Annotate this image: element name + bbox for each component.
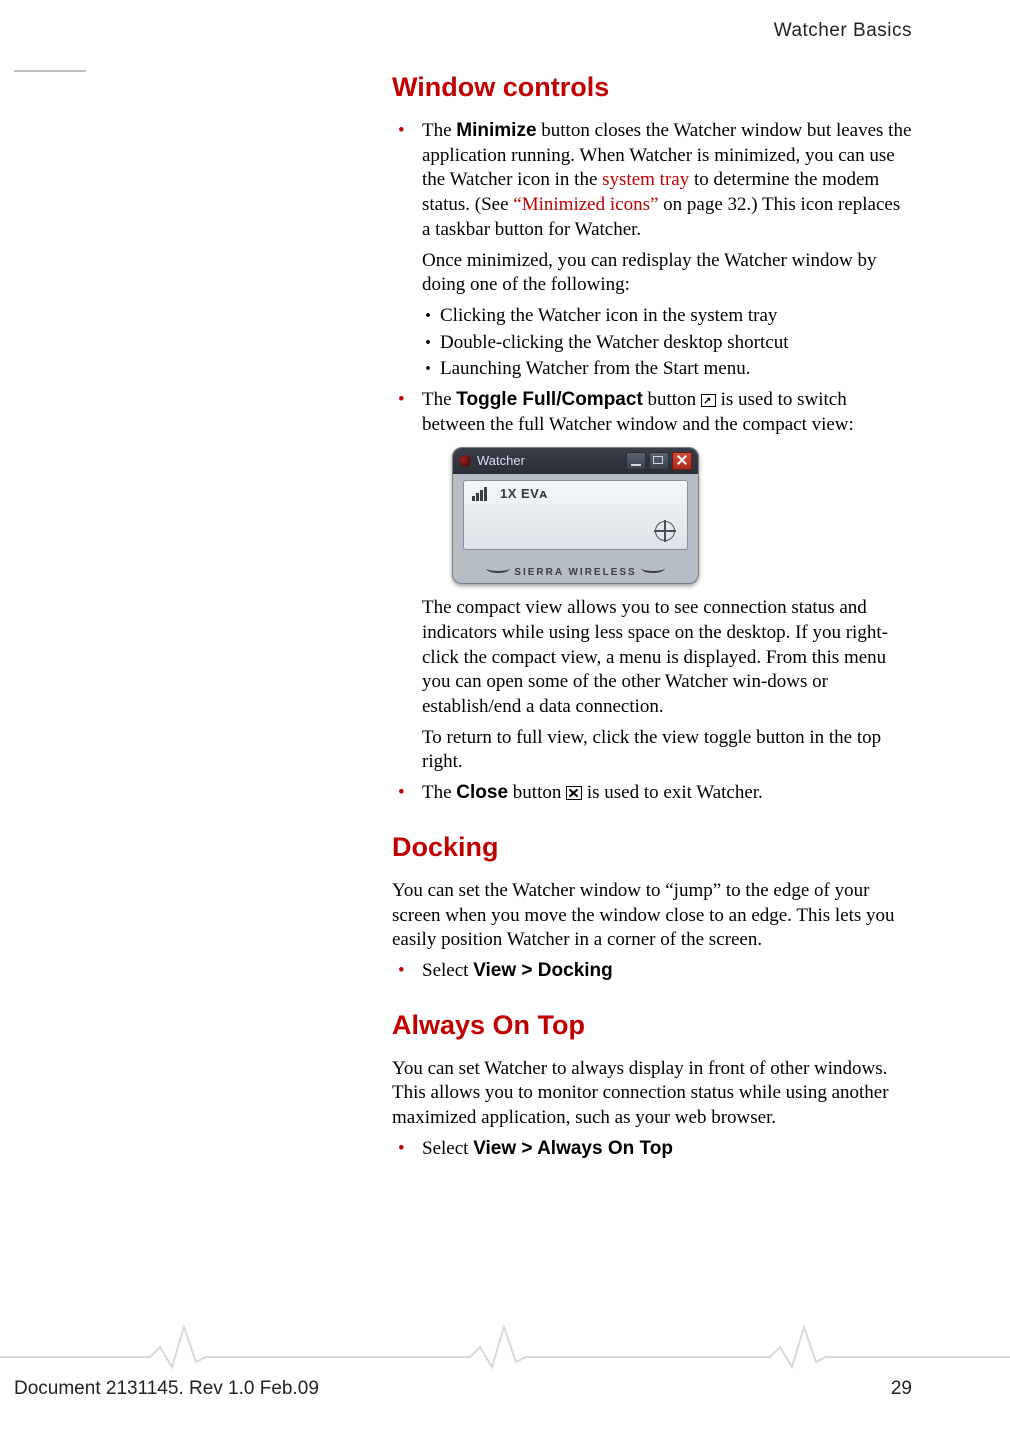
device-screen: 1X EVᴀ xyxy=(463,480,688,550)
always-list: Select View > Always On Top xyxy=(392,1137,912,1162)
brand-swoosh-icon xyxy=(641,563,665,573)
list-item: Double-clicking the Watcher desktop shor… xyxy=(422,331,912,356)
text: The xyxy=(422,120,456,141)
paragraph: Once minimized, you can redisplay the Wa… xyxy=(422,249,912,298)
compass-icon xyxy=(655,521,675,541)
text: The xyxy=(422,389,456,410)
text: The xyxy=(422,782,456,803)
page-number: 29 xyxy=(891,1378,912,1400)
footer: Document 2131145. Rev 1.0 Feb.09 29 xyxy=(14,1378,912,1400)
toggle-label: Toggle Full/Compact xyxy=(456,389,642,410)
close-icon[interactable] xyxy=(672,452,692,470)
device-title: Watcher xyxy=(477,453,525,470)
text: Select xyxy=(422,1138,473,1159)
list-item: Launching Watcher from the Start menu. xyxy=(422,357,912,382)
link-minimized-icons[interactable]: “Minimized icons” xyxy=(513,194,658,215)
compact-view-screenshot: Watcher 1X EVᴀ SIERRA WI xyxy=(452,447,699,584)
text: Select xyxy=(422,960,473,981)
page: Watcher Basics Window controls The Minim… xyxy=(0,0,1010,1442)
link-system-tray[interactable]: system tray xyxy=(602,169,689,190)
docking-list: Select View > Docking xyxy=(392,959,912,984)
brand-swoosh-icon xyxy=(486,563,510,573)
close-label: Close xyxy=(456,782,508,803)
list-item: Select View > Always On Top xyxy=(392,1137,912,1162)
redisplay-sublist: Clicking the Watcher icon in the system … xyxy=(422,304,912,382)
brand-text: SIERRA WIRELESS xyxy=(514,567,636,578)
list-item: The Close button is used to exit Watcher… xyxy=(392,781,912,806)
list-item: The Toggle Full/Compact button is used t… xyxy=(392,388,912,775)
paragraph: You can set Watcher to always display in… xyxy=(392,1057,912,1131)
list-item: Clicking the Watcher icon in the system … xyxy=(422,304,912,329)
heading-always-on-top: Always On Top xyxy=(392,1008,912,1043)
top-rule xyxy=(14,70,86,72)
paragraph: To return to full view, click the view t… xyxy=(422,726,912,775)
text: is used to exit Watcher. xyxy=(582,782,763,803)
minimize-icon[interactable] xyxy=(626,452,646,470)
close-x-icon xyxy=(566,786,582,800)
heading-docking: Docking xyxy=(392,830,912,865)
menu-path: View > Always On Top xyxy=(473,1138,673,1159)
footer-divider-icon xyxy=(0,1312,1010,1372)
heading-window-controls: Window controls xyxy=(392,70,912,105)
running-header: Watcher Basics xyxy=(774,20,912,42)
paragraph: You can set the Watcher window to “jump”… xyxy=(392,879,912,953)
text: button xyxy=(508,782,566,803)
signal-icon xyxy=(472,487,490,501)
toggle-window-icon xyxy=(701,394,716,407)
list-item: The Minimize button closes the Watcher w… xyxy=(392,119,912,382)
list-item: Select View > Docking xyxy=(392,959,912,984)
text: button xyxy=(643,389,701,410)
device-brand: SIERRA WIRELESS xyxy=(453,563,698,579)
window-controls-list: The Minimize button closes the Watcher w… xyxy=(392,119,912,806)
device-status-text: 1X EVᴀ xyxy=(500,486,548,503)
doc-id: Document 2131145. Rev 1.0 Feb.09 xyxy=(14,1378,319,1399)
app-icon xyxy=(459,455,471,467)
minimize-label: Minimize xyxy=(456,120,536,141)
menu-path: View > Docking xyxy=(473,960,613,981)
device-titlebar: Watcher xyxy=(453,448,698,474)
toggle-view-icon[interactable] xyxy=(649,452,669,470)
main-content: Window controls The Minimize button clos… xyxy=(392,70,912,1168)
paragraph: The compact view allows you to see conne… xyxy=(422,596,912,719)
